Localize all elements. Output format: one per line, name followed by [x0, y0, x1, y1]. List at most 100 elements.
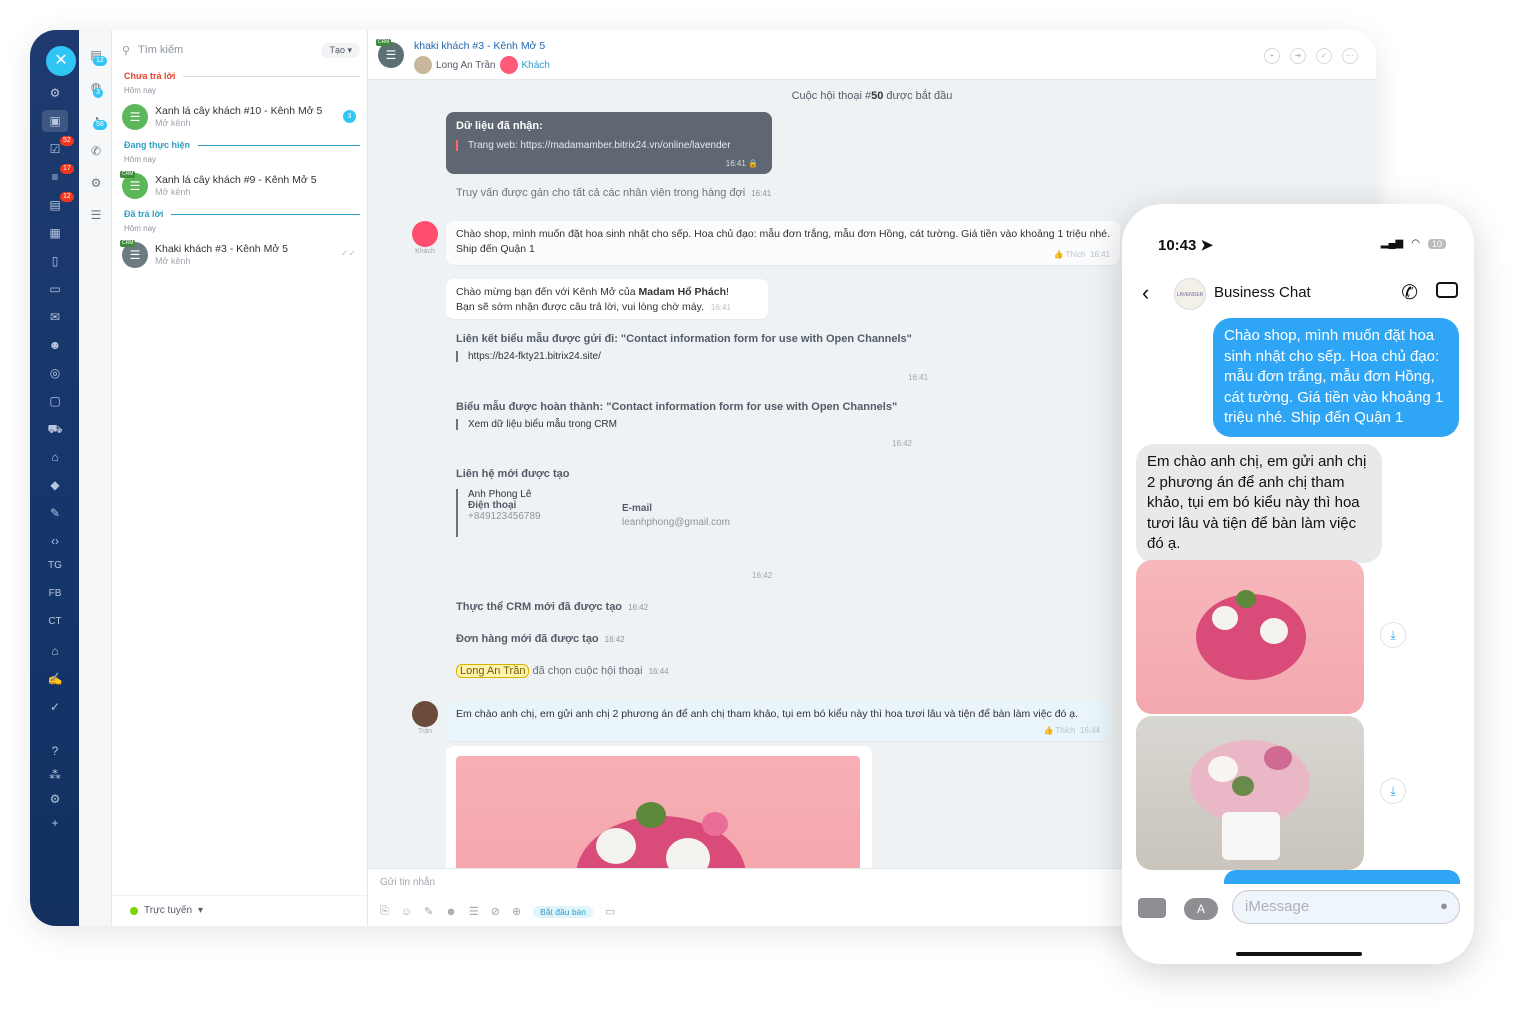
target-icon[interactable]: ◎	[46, 366, 64, 380]
like-label[interactable]: Thích	[1066, 250, 1086, 259]
message-text: Chào shop, mình muốn đặt hoa sinh nhật c…	[456, 228, 1111, 255]
form-sent-link[interactable]: https://b24-fkty21.bitrix24.site/	[456, 351, 996, 362]
guest-name[interactable]: Khách	[522, 60, 550, 71]
drive-icon[interactable]: ▭	[46, 282, 64, 296]
crm-entity-created: Thực thể CRM mới đã được tạo 16:42	[456, 601, 648, 613]
notes-icon[interactable]: ☰	[89, 208, 103, 222]
screen-icon[interactable]: ▭	[605, 905, 615, 918]
phone-call-icon[interactable]: ✆	[1401, 280, 1418, 305]
rail-item-ct[interactable]: CT	[40, 616, 70, 627]
welcome-suffix: !	[726, 286, 729, 298]
business-name[interactable]: Business Chat	[1214, 284, 1311, 301]
chat-list: ⚲ Tìm kiếm Tạo ▾ Chưa trả lời Hôm nay ☰ …	[112, 30, 368, 926]
forward-icon[interactable]: ➜	[1290, 48, 1306, 64]
list-item[interactable]: ☰ CRM Khaki khách #3 - Kênh Mở 5 Mở kênh…	[120, 240, 362, 270]
more-icon[interactable]: ⋯	[1342, 48, 1358, 64]
contact-created-title: Liên hệ mới được tạo	[446, 468, 846, 488]
mail-icon[interactable]: ✉	[46, 310, 64, 324]
chat-avatar: ☰	[122, 104, 148, 130]
cart-icon[interactable]: ⛟	[46, 422, 64, 436]
network-icon[interactable]: ⁂	[46, 768, 64, 782]
store-icon[interactable]: ⌂	[46, 450, 64, 464]
list-item[interactable]: ☰ CRM Xanh lá cây khách #9 - Kênh Mở 5 M…	[120, 171, 362, 201]
plus-icon[interactable]: +	[46, 816, 64, 830]
analytics-icon[interactable]: ✎	[46, 506, 64, 520]
document-icon[interactable]: ▯	[46, 254, 64, 268]
finish-icon[interactable]: ✓	[1316, 48, 1332, 64]
guest-avatar[interactable]	[499, 56, 518, 74]
create-label: Tạo	[329, 44, 345, 55]
message-time: 16:42	[604, 635, 625, 644]
code-icon[interactable]: ‹›	[46, 534, 64, 548]
data-received-url[interactable]: Trang web: https://madamamber.bitrix24.v…	[456, 140, 762, 151]
bouquet-photo-2[interactable]	[1136, 716, 1364, 870]
list-item[interactable]: ☰ Xanh lá cây khách #10 - Kênh Mở 5 Mở k…	[122, 102, 362, 132]
smile-icon[interactable]: ☻	[445, 906, 457, 918]
search-input[interactable]: Tìm kiếm	[138, 44, 183, 56]
image-attachment[interactable]	[446, 746, 872, 868]
welcome-prefix: Chào mừng bạn đến với Kênh Mở của	[456, 286, 639, 298]
crm-badge: CRM	[120, 171, 136, 178]
settings-icon[interactable]: ⚙	[46, 86, 64, 100]
bouquet-shape	[1264, 746, 1292, 770]
attach-icon[interactable]: ⎘	[380, 905, 389, 918]
rail-item-tg[interactable]: TG	[40, 560, 70, 571]
settings-icon[interactable]: ⚙	[89, 176, 103, 190]
message-input[interactable]: Gửi tin nhắn	[380, 877, 435, 888]
operator-name[interactable]: Long An Trần	[456, 664, 530, 678]
chose-text: đã chọn cuộc hội thoại	[532, 665, 643, 677]
started-num: 50	[871, 90, 884, 102]
chat-icon[interactable]: ▣	[42, 110, 68, 132]
bouquet-photo-1[interactable]	[1136, 560, 1364, 714]
card-icon[interactable]: ▢	[46, 394, 64, 408]
crm-badge: CRM	[120, 240, 136, 247]
app-store-icon[interactable]: A	[1184, 898, 1218, 920]
building-icon[interactable]: ⌂	[46, 644, 64, 658]
payment-icon[interactable]: ⊕	[512, 905, 521, 918]
help-icon[interactable]: ?	[46, 744, 64, 758]
gear-icon[interactable]: ⚙	[46, 792, 64, 806]
video-call-icon[interactable]	[1436, 282, 1458, 298]
divider	[171, 213, 360, 215]
avatar[interactable]	[412, 221, 438, 247]
like-label[interactable]: Thích	[1056, 726, 1076, 735]
check-circle-icon[interactable]: ✓	[46, 700, 64, 714]
create-button[interactable]: Tạo ▾	[321, 42, 360, 58]
close-icon[interactable]: ✕	[46, 46, 76, 76]
search-bar[interactable]: ⚲ Tìm kiếm Tạo ▾	[122, 40, 360, 60]
section-date: Hôm nay	[124, 224, 157, 233]
template-icon[interactable]: ☰	[469, 905, 479, 918]
microphone-icon[interactable]: ●	[1440, 898, 1448, 913]
chat-title[interactable]: khaki khách #3 - Kênh Mở 5	[414, 40, 545, 52]
user-name[interactable]: Long An Trần	[436, 60, 496, 71]
contact-card[interactable]: Anh Phong Lê Điện thoại +849123456789 E-…	[456, 489, 776, 537]
hide-icon[interactable]: ⊘	[491, 905, 500, 918]
rail-item-fb[interactable]: FB	[40, 588, 70, 599]
back-icon[interactable]: ‹	[1142, 280, 1149, 306]
camera-icon[interactable]	[1138, 898, 1166, 918]
imessage-input[interactable]: iMessage	[1232, 890, 1460, 924]
crm-badge: CRM	[376, 39, 392, 46]
message-time: 16:42	[892, 439, 913, 448]
calendar-icon[interactable]: ▦	[46, 226, 64, 240]
edit-icon[interactable]: ✎	[424, 905, 433, 918]
form-done-link[interactable]: Xem dữ liệu biểu mẫu trong CRM	[456, 419, 996, 430]
avatar[interactable]	[412, 701, 438, 727]
bouquet-shape	[1236, 590, 1256, 608]
group-icon[interactable]: ☻	[46, 338, 64, 352]
data-received-card: Dữ liệu đã nhận: Trang web: https://mada…	[446, 112, 772, 174]
user-icon[interactable]: ☺	[401, 906, 412, 918]
start-selling-button[interactable]: Bắt đầu bán	[533, 905, 594, 918]
online-status[interactable]: Trực tuyến ▾	[130, 905, 203, 916]
sign-icon[interactable]: ✍	[46, 672, 64, 686]
download-icon[interactable]: ⤓	[1380, 778, 1406, 804]
add-user-icon[interactable]: +	[1264, 48, 1280, 64]
box-icon[interactable]: ◆	[46, 478, 64, 492]
business-logo[interactable]: LAVENDER	[1174, 278, 1206, 310]
download-icon[interactable]: ⤓	[1380, 622, 1406, 648]
sender-label: Khách	[415, 248, 435, 255]
message-meta: 👍 Thích 16:41	[1053, 250, 1110, 259]
phone-icon[interactable]: ✆	[89, 144, 103, 158]
message-time: 16:42	[752, 571, 773, 580]
user-avatar[interactable]	[414, 56, 432, 74]
